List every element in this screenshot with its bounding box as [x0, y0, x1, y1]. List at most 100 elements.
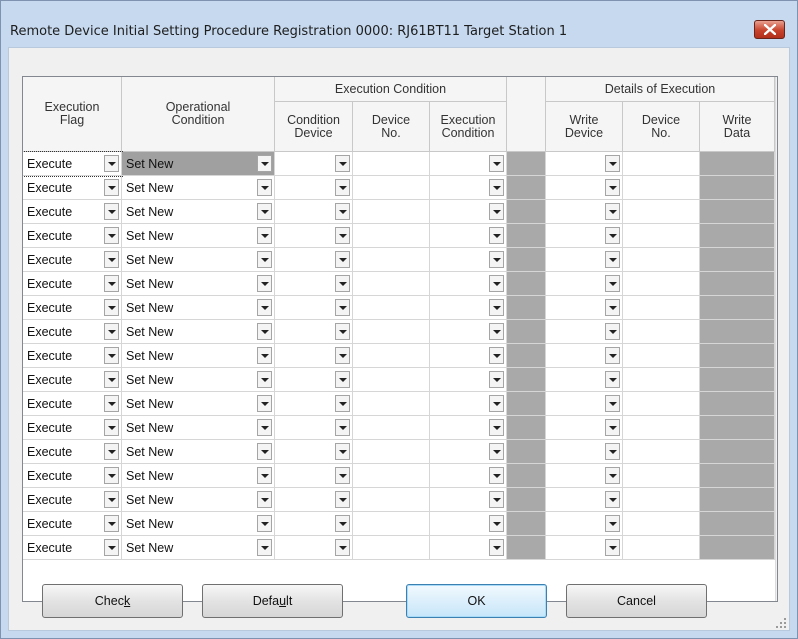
chevron-down-icon[interactable] — [605, 227, 620, 244]
cell-device-no[interactable] — [353, 272, 430, 296]
cell-operational-condition[interactable]: Set New — [122, 200, 275, 224]
cell-device-no-2[interactable] — [623, 440, 700, 464]
cell-execution-flag[interactable]: Execute — [23, 368, 122, 392]
cell-execution-condition[interactable] — [430, 320, 507, 344]
chevron-down-icon[interactable] — [335, 251, 350, 268]
chevron-down-icon[interactable] — [605, 443, 620, 460]
chevron-down-icon[interactable] — [104, 539, 119, 556]
chevron-down-icon[interactable] — [605, 299, 620, 316]
cell-write-device[interactable] — [546, 224, 623, 248]
cell-execution-flag[interactable]: Execute — [23, 392, 122, 416]
cell-device-no-2[interactable] — [623, 512, 700, 536]
cell-execution-flag[interactable]: Execute — [23, 296, 122, 320]
cell-execution-flag[interactable]: Execute — [23, 224, 122, 248]
cell-device-no[interactable] — [353, 440, 430, 464]
chevron-down-icon[interactable] — [104, 203, 119, 220]
cell-device-no-2[interactable] — [623, 320, 700, 344]
cell-device-no[interactable] — [353, 416, 430, 440]
chevron-down-icon[interactable] — [104, 347, 119, 364]
cell-condition-device[interactable] — [275, 224, 353, 248]
cell-execution-flag[interactable]: Execute — [23, 464, 122, 488]
chevron-down-icon[interactable] — [104, 419, 119, 436]
cell-condition-device[interactable] — [275, 512, 353, 536]
cell-write-device[interactable] — [546, 464, 623, 488]
cell-execution-condition[interactable] — [430, 368, 507, 392]
chevron-down-icon[interactable] — [335, 155, 350, 172]
chevron-down-icon[interactable] — [257, 251, 272, 268]
cell-write-device[interactable] — [546, 272, 623, 296]
scroll-up-icon[interactable] — [776, 77, 777, 94]
cell-operational-condition[interactable]: Set New — [122, 176, 275, 200]
chevron-down-icon[interactable] — [335, 275, 350, 292]
chevron-down-icon[interactable] — [489, 227, 504, 244]
cell-condition-device[interactable] — [275, 344, 353, 368]
cell-write-device[interactable] — [546, 440, 623, 464]
chevron-down-icon[interactable] — [489, 491, 504, 508]
chevron-down-icon[interactable] — [104, 155, 119, 172]
default-button[interactable]: Default — [202, 584, 343, 618]
cell-execution-condition[interactable] — [430, 200, 507, 224]
chevron-down-icon[interactable] — [605, 251, 620, 268]
cell-execution-flag[interactable]: Execute — [23, 200, 122, 224]
chevron-down-icon[interactable] — [104, 323, 119, 340]
cell-execution-flag[interactable]: Execute — [23, 440, 122, 464]
chevron-down-icon[interactable] — [489, 443, 504, 460]
cell-write-device[interactable] — [546, 344, 623, 368]
cell-write-device[interactable] — [546, 536, 623, 560]
cell-device-no[interactable] — [353, 176, 430, 200]
cell-condition-device[interactable] — [275, 320, 353, 344]
chevron-down-icon[interactable] — [335, 395, 350, 412]
cell-device-no[interactable] — [353, 536, 430, 560]
cell-execution-condition[interactable] — [430, 248, 507, 272]
cell-device-no[interactable] — [353, 200, 430, 224]
cell-device-no[interactable] — [353, 152, 430, 176]
chevron-down-icon[interactable] — [335, 419, 350, 436]
cell-execution-flag[interactable]: Execute — [23, 536, 122, 560]
chevron-down-icon[interactable] — [257, 515, 272, 532]
chevron-down-icon[interactable] — [335, 539, 350, 556]
chevron-down-icon[interactable] — [104, 275, 119, 292]
cell-device-no[interactable] — [353, 296, 430, 320]
cell-execution-condition[interactable] — [430, 224, 507, 248]
chevron-down-icon[interactable] — [104, 179, 119, 196]
cell-device-no[interactable] — [353, 392, 430, 416]
chevron-down-icon[interactable] — [335, 227, 350, 244]
cell-device-no[interactable] — [353, 248, 430, 272]
cell-operational-condition[interactable]: Set New — [122, 344, 275, 368]
chevron-down-icon[interactable] — [335, 443, 350, 460]
cell-condition-device[interactable] — [275, 200, 353, 224]
cell-condition-device[interactable] — [275, 368, 353, 392]
cell-device-no-2[interactable] — [623, 368, 700, 392]
cell-execution-flag[interactable]: Execute — [23, 488, 122, 512]
cell-execution-condition[interactable] — [430, 440, 507, 464]
cell-condition-device[interactable] — [275, 392, 353, 416]
cell-operational-condition[interactable]: Set New — [122, 488, 275, 512]
cell-execution-flag[interactable]: Execute — [23, 416, 122, 440]
chevron-down-icon[interactable] — [605, 419, 620, 436]
cell-execution-condition[interactable] — [430, 272, 507, 296]
chevron-down-icon[interactable] — [104, 251, 119, 268]
chevron-down-icon[interactable] — [489, 323, 504, 340]
chevron-down-icon[interactable] — [489, 203, 504, 220]
chevron-down-icon[interactable] — [605, 491, 620, 508]
cell-write-device[interactable] — [546, 296, 623, 320]
chevron-down-icon[interactable] — [489, 395, 504, 412]
cell-device-no[interactable] — [353, 464, 430, 488]
chevron-down-icon[interactable] — [257, 203, 272, 220]
cell-write-device[interactable] — [546, 416, 623, 440]
chevron-down-icon[interactable] — [104, 467, 119, 484]
cell-execution-condition[interactable] — [430, 536, 507, 560]
cell-write-device[interactable] — [546, 368, 623, 392]
cell-write-device[interactable] — [546, 392, 623, 416]
vertical-scrollbar[interactable] — [775, 77, 777, 601]
cell-condition-device[interactable] — [275, 536, 353, 560]
cell-condition-device[interactable] — [275, 152, 353, 176]
chevron-down-icon[interactable] — [104, 491, 119, 508]
cell-write-device[interactable] — [546, 176, 623, 200]
cell-operational-condition[interactable]: Set New — [122, 368, 275, 392]
cell-execution-condition[interactable] — [430, 512, 507, 536]
cell-condition-device[interactable] — [275, 272, 353, 296]
chevron-down-icon[interactable] — [489, 275, 504, 292]
cell-execution-flag[interactable]: Execute — [23, 176, 122, 200]
cell-condition-device[interactable] — [275, 464, 353, 488]
